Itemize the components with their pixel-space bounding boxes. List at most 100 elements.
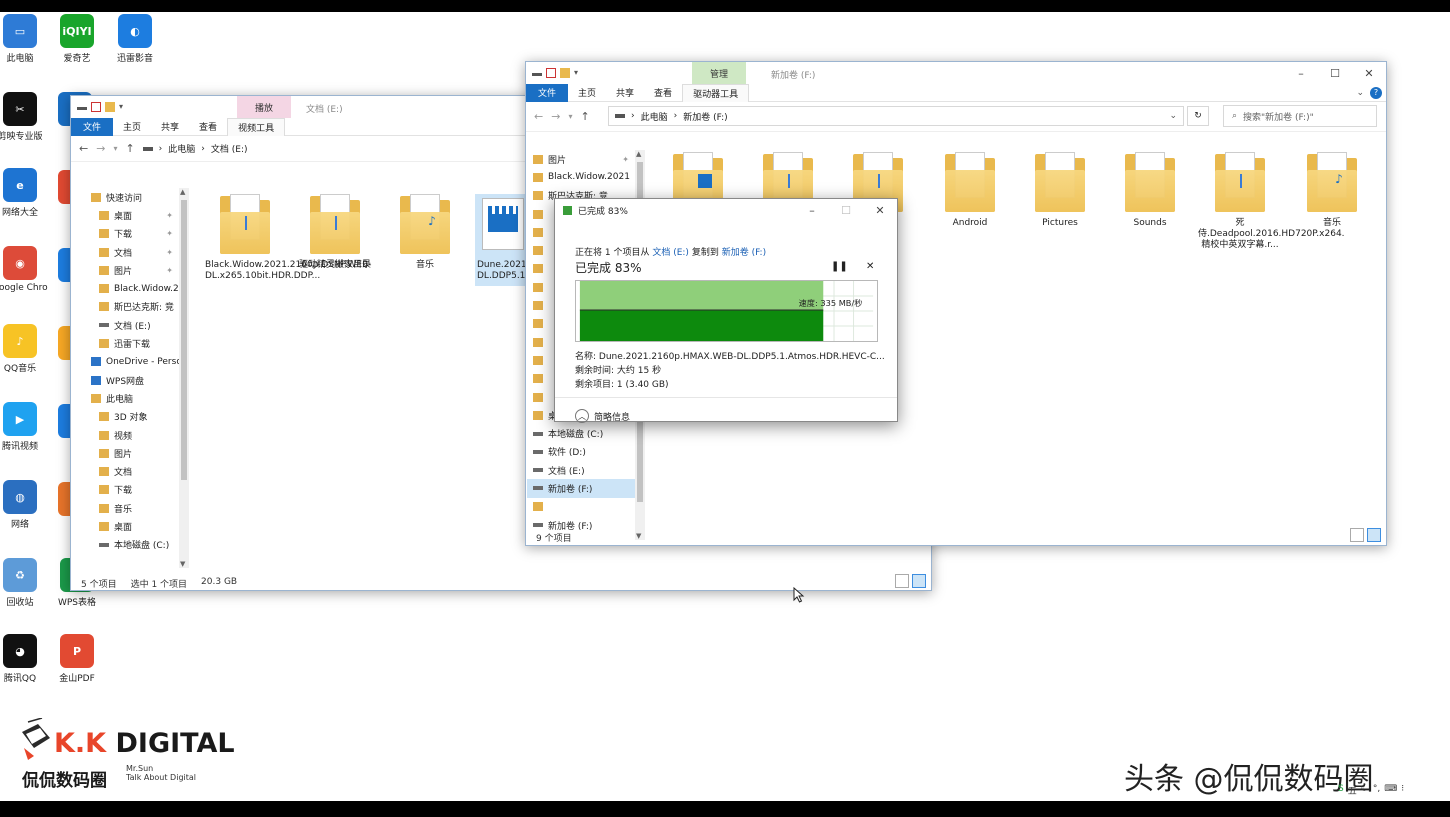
ime-icon[interactable]: S	[1338, 784, 1344, 797]
close-icon[interactable]: ✕	[863, 199, 897, 221]
nav-item[interactable]: 桌面	[85, 517, 179, 535]
search-input[interactable]: ⌕ 搜索"新加卷 (F:)"	[1223, 105, 1377, 127]
new-folder-icon[interactable]	[560, 68, 570, 78]
nav-item[interactable]: 迅雷下载	[85, 334, 179, 352]
desktop-shortcut[interactable]: ♪ QQ音乐	[0, 324, 48, 374]
nav-item[interactable]: 视频	[85, 426, 179, 444]
tab-view[interactable]: 查看	[644, 84, 682, 102]
context-tab-manage[interactable]: 管理	[692, 62, 747, 84]
nav-item[interactable]: 音乐	[85, 499, 179, 517]
pin-icon[interactable]: ✦	[166, 266, 179, 275]
properties-icon[interactable]	[546, 68, 556, 78]
nav-item[interactable]: 图片	[85, 444, 179, 462]
desktop-shortcut[interactable]: ♻ 回收站	[0, 558, 48, 608]
nav-item[interactable]: 图片 ✦	[527, 150, 635, 168]
breadcrumb-this-pc[interactable]: 此电脑	[168, 142, 195, 155]
folder-item[interactable]: ♪ 音乐	[1290, 152, 1374, 229]
nav-item[interactable]: WPS网盘	[85, 371, 179, 389]
desktop-shortcut[interactable]: ◉ Google Chrome	[0, 246, 48, 293]
video-file-item[interactable]: Dune.2021.2160p.HMAX.WEB-DL.DDP5.1.Atmos…	[475, 194, 531, 286]
refresh-button[interactable]: ↻	[1187, 106, 1209, 126]
new-folder-icon[interactable]	[105, 102, 115, 112]
nav-item[interactable]: OneDrive - Perso	[85, 353, 179, 371]
folder-item[interactable]: 驱动精灵搬家目录	[293, 194, 377, 275]
scroll-down-icon[interactable]: ▼	[180, 560, 185, 568]
nav-item[interactable]: 本地磁盘 (C:)	[527, 424, 635, 442]
source-link[interactable]: 文档 (E:)	[652, 248, 689, 258]
tab-home[interactable]: 主页	[113, 118, 151, 136]
minimize-icon[interactable]: –	[795, 199, 829, 221]
maximize-icon[interactable]: ☐	[1318, 62, 1352, 84]
minimize-icon[interactable]: –	[1284, 62, 1318, 84]
scroll-up-icon[interactable]: ▲	[636, 150, 641, 158]
desktop-shortcut[interactable]: ▶ 腾讯视频	[0, 402, 48, 452]
cancel-button[interactable]: ✕	[866, 261, 874, 272]
tab-view[interactable]: 查看	[189, 118, 227, 136]
desktop-shortcut[interactable]: iQIYI 爱奇艺	[49, 14, 105, 64]
ribbon-expand-icon[interactable]: ⌄	[1356, 88, 1364, 98]
less-info-toggle[interactable]: ︿ 简略信息	[575, 409, 630, 423]
scroll-up-icon[interactable]: ▲	[180, 188, 185, 196]
folder-item[interactable]: Sounds	[1108, 152, 1192, 229]
nav-item[interactable]: 本地磁盘 (C:)	[85, 536, 179, 554]
desktop-shortcut[interactable]: ▭ 此电脑	[0, 14, 48, 64]
address-bar[interactable]: › 此电脑 › 新加卷 (F:) ⌄	[608, 106, 1184, 126]
nav-item[interactable]: 下载 ✦	[85, 225, 179, 243]
tab-home[interactable]: 主页	[568, 84, 606, 102]
customize-toolbar-icon[interactable]: ▾	[119, 102, 129, 112]
nav-item[interactable]: Black.Widow.2021	[527, 168, 635, 186]
punctuation-icon[interactable]: °,	[1373, 784, 1380, 797]
pause-button[interactable]: ❚❚	[831, 261, 848, 272]
customize-toolbar-icon[interactable]: ▾	[574, 68, 584, 78]
title-bar[interactable]: ▾ 管理 新加卷 (F:) – ☐ ✕	[526, 62, 1386, 84]
recent-dropdown-icon[interactable]: ▾	[568, 112, 572, 121]
nav-item[interactable]: 新加卷 (F:)	[527, 479, 635, 498]
pin-icon[interactable]: ✦	[166, 211, 179, 220]
details-view-icon[interactable]	[895, 574, 909, 588]
nav-item[interactable]: 文档	[85, 462, 179, 480]
recent-dropdown-icon[interactable]: ▾	[113, 144, 117, 153]
desktop-shortcut[interactable]: ◐ 迅雷影音	[107, 14, 163, 64]
folder-item[interactable]: Pictures	[1018, 152, 1102, 229]
tab-drive-tools[interactable]: 驱动器工具	[682, 83, 750, 102]
nav-item[interactable]: 文档 ✦	[85, 243, 179, 261]
pin-icon[interactable]: ✦	[622, 155, 635, 164]
tray-more-icon[interactable]: ⁝	[1401, 784, 1404, 797]
properties-icon[interactable]	[91, 102, 101, 112]
up-arrow-icon[interactable]: ↑	[125, 142, 134, 155]
desktop-shortcut[interactable]: P 金山PDF	[49, 634, 105, 684]
details-view-icon[interactable]	[1350, 528, 1364, 542]
copy-progress-dialog[interactable]: 已完成 83% – ☐ ✕ 正在将 1 个项目从 文档 (E:) 复制到 新加卷…	[554, 198, 898, 423]
forward-arrow-icon[interactable]: →	[96, 142, 105, 155]
scroll-thumb[interactable]	[181, 200, 187, 480]
nav-item[interactable]: 图片 ✦	[85, 261, 179, 279]
desktop-shortcut[interactable]: ◕ 腾讯QQ	[0, 634, 48, 684]
nav-item[interactable]	[527, 498, 635, 516]
tab-video-tools[interactable]: 视频工具	[227, 117, 286, 136]
nav-item[interactable]: 此电脑	[85, 389, 179, 407]
breadcrumb-drive-f[interactable]: 新加卷 (F:)	[683, 110, 727, 123]
nav-item[interactable]: 下载	[85, 481, 179, 499]
desktop-shortcut[interactable]: ✂ 剪映专业版	[0, 92, 48, 142]
pin-icon[interactable]: ✦	[166, 229, 179, 238]
folder-item[interactable]: Black.Widow.2021.2160p.DSNP.WEB-DL.x265.…	[203, 194, 372, 286]
back-arrow-icon[interactable]: ←	[534, 110, 543, 123]
forward-arrow-icon[interactable]: →	[551, 110, 560, 123]
tab-file[interactable]: 文件	[71, 117, 114, 136]
nav-item[interactable]: 快速访问	[85, 188, 179, 206]
folder-item[interactable]: ♪ 音乐	[383, 194, 467, 275]
tab-share[interactable]: 共享	[606, 84, 644, 102]
desktop-shortcut[interactable]: e 网络大全	[0, 168, 48, 218]
nav-item[interactable]: 斯巴达克斯: 竞	[85, 298, 179, 316]
tab-file[interactable]: 文件	[526, 83, 569, 102]
moon-icon[interactable]: ☾	[1361, 784, 1369, 797]
nav-scrollbar[interactable]: ▲ ▼	[179, 188, 189, 568]
nav-item[interactable]: 3D 对象	[85, 408, 179, 426]
breadcrumb[interactable]: › 此电脑 › 文档 (E:)	[142, 142, 248, 155]
nav-item[interactable]: 文档 (E:)	[85, 316, 179, 334]
nav-item[interactable]: Black.Widow.2021	[85, 279, 179, 297]
ime-mode[interactable]: 五	[1348, 784, 1357, 797]
up-arrow-icon[interactable]: ↑	[580, 110, 589, 123]
nav-item[interactable]: 文档 (E:)	[527, 461, 635, 479]
breadcrumb-this-pc[interactable]: 此电脑	[641, 110, 668, 123]
